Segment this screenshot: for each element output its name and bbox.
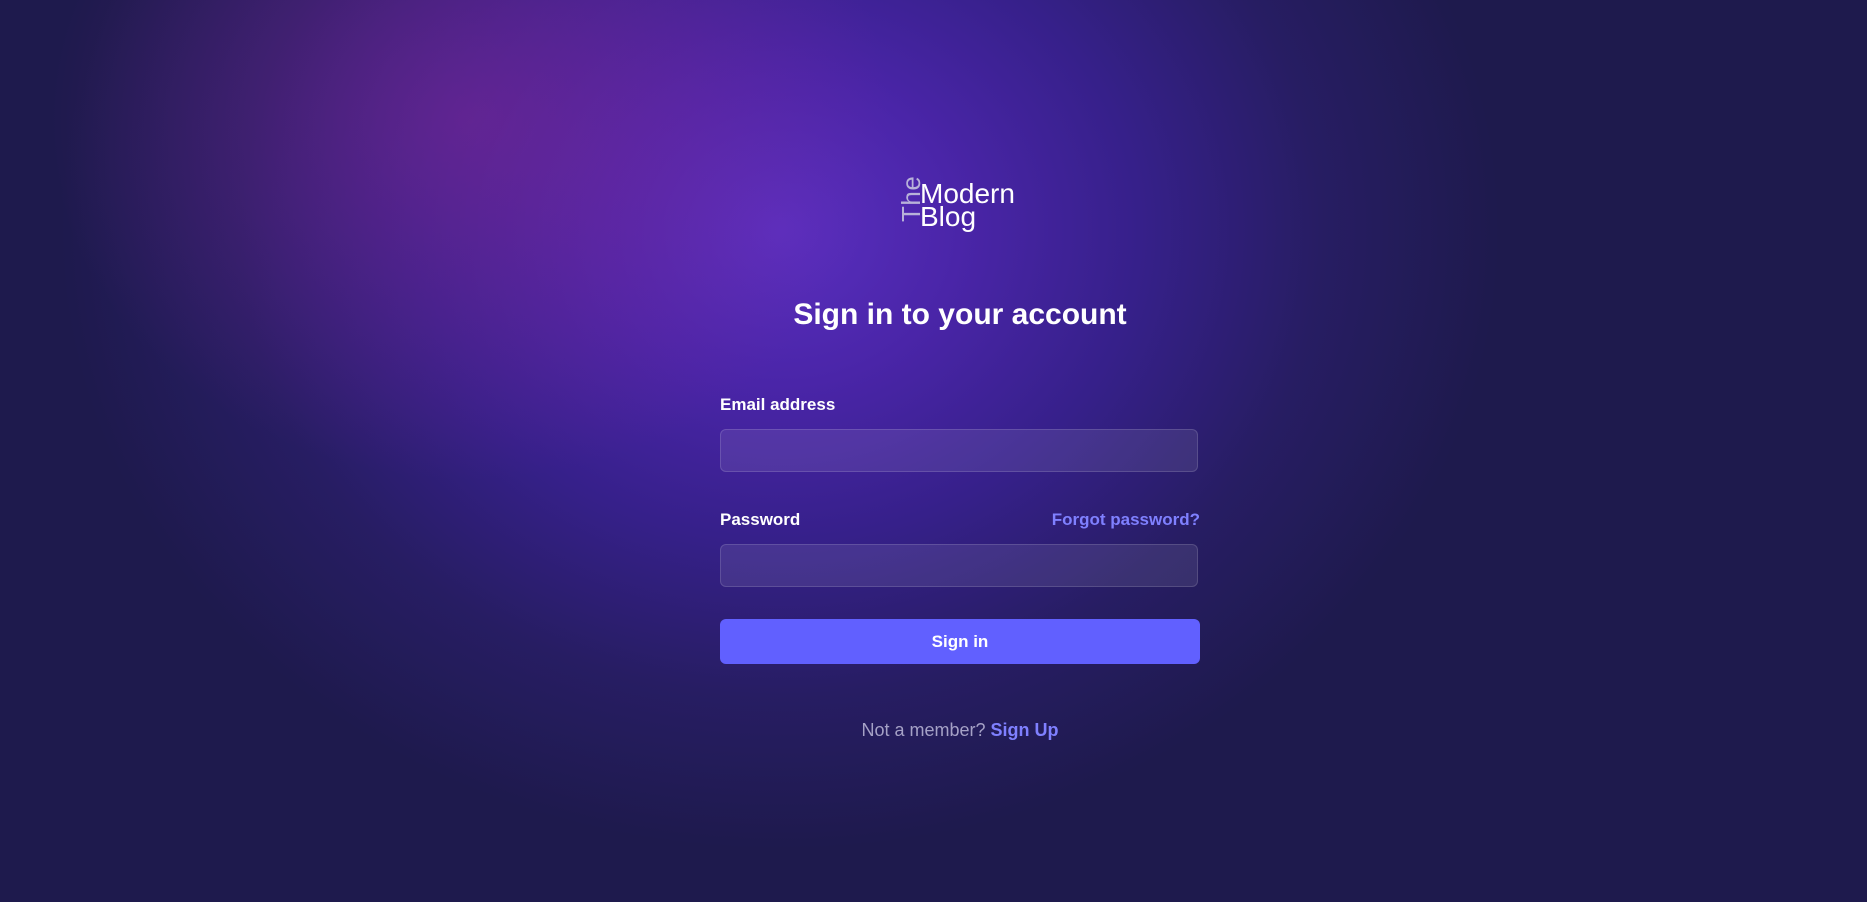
password-field[interactable] xyxy=(720,544,1198,587)
sign-up-link[interactable]: Sign Up xyxy=(991,720,1059,740)
signup-prompt: Not a member? Sign Up xyxy=(720,718,1200,742)
not-member-text: Not a member? xyxy=(861,720,986,740)
logo-blog-text: Blog xyxy=(920,201,977,232)
sign-in-button[interactable]: Sign in xyxy=(720,619,1200,664)
password-label: Password xyxy=(720,510,801,529)
email-label: Email address xyxy=(720,395,836,414)
forgot-password-link[interactable]: Forgot password? xyxy=(1052,509,1200,531)
page-title: Sign in to your account xyxy=(793,298,1127,331)
email-field[interactable] xyxy=(720,429,1198,472)
